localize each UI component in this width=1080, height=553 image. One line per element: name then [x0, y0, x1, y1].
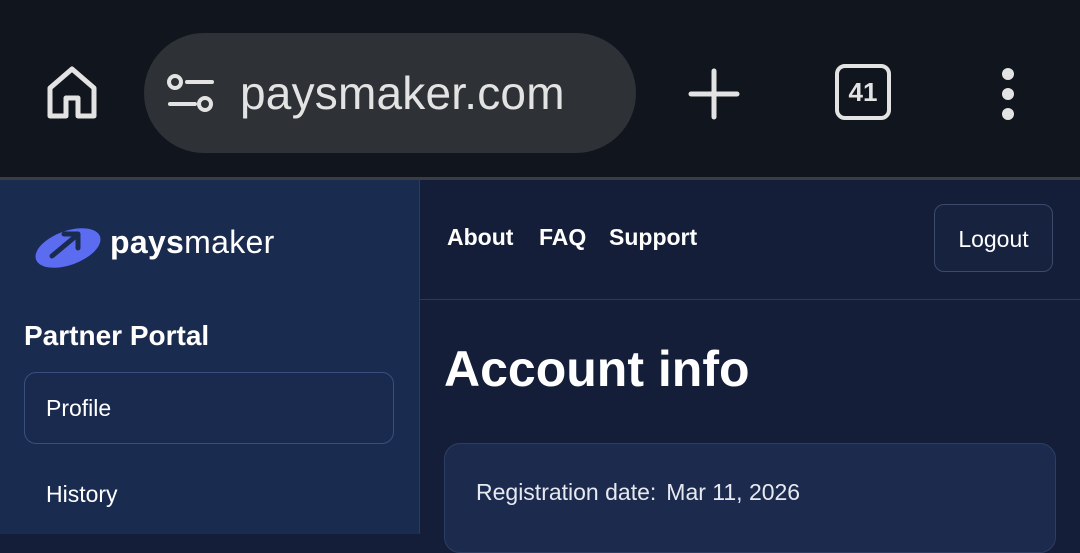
nav-link-about[interactable]: About	[447, 224, 513, 251]
url-text[interactable]: paysmaker.com	[240, 33, 565, 153]
address-bar[interactable]: paysmaker.com	[144, 33, 636, 153]
main-content: About FAQ Support Logout Account info Re…	[420, 180, 1080, 553]
logout-button[interactable]: Logout	[934, 204, 1053, 272]
page-title: Account info	[444, 341, 750, 397]
registration-date-label: Registration date:	[476, 479, 657, 505]
account-info-card: Registration date: Mar 11, 2026	[444, 443, 1056, 553]
sidebar-item-profile[interactable]: Profile	[24, 372, 394, 444]
brand-name-bold: pays	[110, 224, 185, 260]
sidebar-item-label: Profile	[46, 395, 112, 421]
browser-toolbar: paysmaker.com 41	[0, 0, 1080, 177]
nav-link-faq[interactable]: FAQ	[539, 224, 586, 251]
home-icon[interactable]	[44, 64, 100, 120]
tab-switcher-icon[interactable]: 41	[835, 64, 891, 120]
portal-title: Partner Portal	[24, 320, 210, 351]
brand-name-rest: maker	[184, 224, 275, 260]
sidebar: paysmaker Partner Portal Profile History	[0, 180, 420, 534]
sidebar-item-label: History	[46, 481, 118, 507]
sidebar-item-history[interactable]: History	[24, 458, 394, 530]
top-navigation: About FAQ Support Logout	[420, 180, 1080, 300]
brand-name[interactable]: paysmaker	[110, 224, 275, 261]
site-settings-icon[interactable]	[166, 73, 216, 113]
paysmaker-logo-icon[interactable]	[32, 218, 104, 274]
tab-count: 41	[848, 77, 878, 107]
registration-date-row: Registration date: Mar 11, 2026	[476, 479, 800, 506]
registration-date-value: Mar 11, 2026	[666, 479, 801, 505]
nav-link-support[interactable]: Support	[609, 224, 697, 251]
new-tab-icon[interactable]	[686, 66, 742, 122]
more-menu-icon[interactable]	[994, 66, 1022, 122]
